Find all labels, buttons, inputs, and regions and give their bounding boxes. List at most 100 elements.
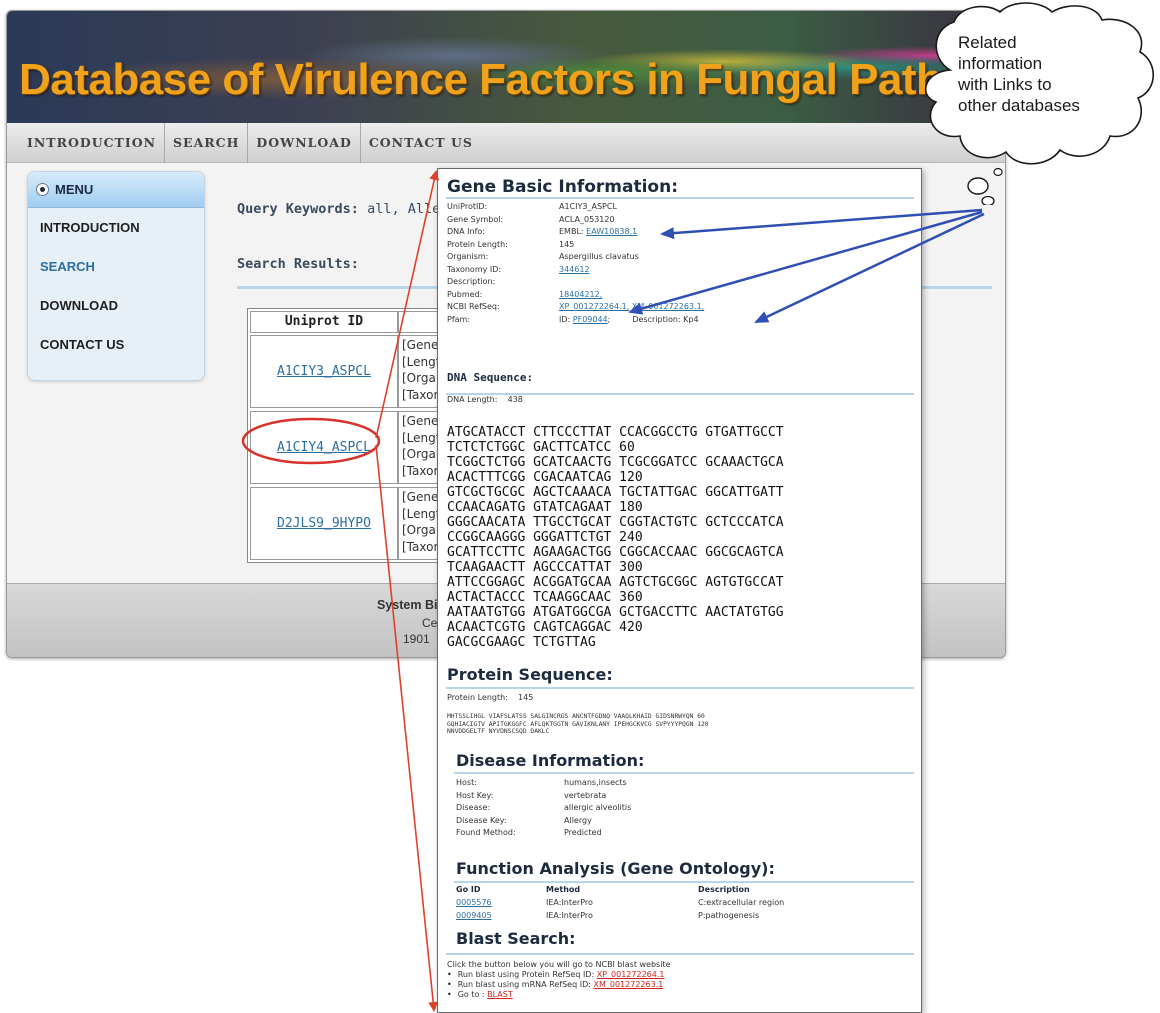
kv-value: ID: PF09044; Description: Kp4 <box>559 314 917 327</box>
kv-key: Disease Key: <box>456 815 507 825</box>
sequence-line: ACACTTTCGG CGACAATCAG 120 <box>447 470 643 485</box>
uniprot-id-link[interactable]: A1CIY4_ASPCL <box>277 440 371 455</box>
dna-length: DNA Length: 438 <box>447 395 523 404</box>
menu-item-download[interactable]: DOWNLOAD <box>28 286 204 325</box>
kv-row: UniProtID: A1CIY3_ASPCL <box>447 201 917 214</box>
nav-contact-us[interactable]: CONTACT US <box>361 123 481 163</box>
callout-line: Related <box>958 33 1017 52</box>
pfam-suffix: ; <box>607 314 611 324</box>
menu-item-contact-us[interactable]: CONTACT US <box>28 325 204 364</box>
kv-value: ACLA_053120 <box>559 214 615 224</box>
uniprot-id-link[interactable]: A1CIY3_ASPCL <box>277 364 371 379</box>
go-header-id: Go ID <box>456 885 481 894</box>
section-title-gene-ontology: Function Analysis (Gene Ontology): <box>456 859 775 878</box>
kv-value: A1CIY3_ASPCL <box>559 202 617 211</box>
nav-introduction[interactable]: INTRODUCTION <box>19 122 166 163</box>
refseq-protein-link[interactable]: XP_001272264.1, <box>559 302 629 311</box>
uniprot-id-cell: A1CIY3_ASPCL <box>250 335 398 408</box>
kv-row: Found Method: Predicted <box>456 827 916 840</box>
kv-key: DNA Info: <box>447 227 485 236</box>
go-description: C:extracellular region <box>698 898 785 907</box>
kv-value: humans,insects <box>564 778 627 787</box>
pfam-link[interactable]: PF09044 <box>573 315 608 324</box>
kv-value: vertebrata <box>564 790 607 800</box>
blast-item-text: Run blast using mRNA RefSeq ID: <box>457 980 594 989</box>
kv-key: UniProtID: <box>447 202 488 211</box>
refseq-mrna-link[interactable]: XM_001272263.1, <box>632 302 704 311</box>
table-row: D2JLS9_9HYPO [Gene [Lengt [Organ [Taxon <box>250 487 464 560</box>
top-nav: INTRODUCTION SEARCH DOWNLOAD CONTACT US <box>7 122 1005 163</box>
sequence-line: CCAACAGATG GTATCAGAAT 180 <box>447 500 643 515</box>
go-method: IEA:InterPro <box>546 911 593 920</box>
blast-intro: Click the button below you will go to NC… <box>447 960 671 969</box>
kv-value: 145 <box>559 239 575 249</box>
menu-item-introduction[interactable]: INTRODUCTION <box>28 208 204 247</box>
callout-line: with Links to <box>958 75 1052 94</box>
kv-key: NCBI RefSeq: <box>447 302 500 311</box>
column-header-uniprot-id: Uniprot ID <box>250 311 398 333</box>
go-header-description: Description <box>698 885 750 894</box>
sequence-line: GACGCGAAGC TCTGTTAG <box>447 635 596 650</box>
menu-item-search[interactable]: SEARCH <box>28 247 204 286</box>
go-method: IEA:InterPro <box>546 898 593 907</box>
footer-line: Ce <box>422 616 438 630</box>
table-row: A1CIY3_ASPCL [Gene [Lengt [Organ [Taxon <box>250 335 464 408</box>
site-banner: Database of Virulence Factors in Fungal … <box>7 11 1005 123</box>
pubmed-link[interactable]: 18404212, <box>559 290 602 299</box>
kv-key: Disease: <box>456 803 491 812</box>
taxonomy-link[interactable]: 344612 <box>559 265 590 274</box>
sequence-line: GQHIACIGTV APITGKGGFC AFLQKTGGTN GAVIKNL… <box>447 720 709 728</box>
list-item: Run blast using mRNA RefSeq ID: XM_00127… <box>447 980 664 990</box>
blast-list: Run blast using Protein RefSeq ID: XP_00… <box>447 970 665 1000</box>
results-table: Uniprot ID A1CIY3_ASPCL [Gene [Lengt [Or… <box>247 308 467 563</box>
protein-length-label: Protein Length: <box>447 693 508 702</box>
uniprot-id-link[interactable]: D2JLS9_9HYPO <box>277 516 371 531</box>
sequence-line: CCGGCAAGGG GGGATTCTGT 240 <box>447 530 643 545</box>
kv-row: DNA Info: EMBL: EAW10838.1 <box>447 226 917 239</box>
embl-link[interactable]: EAW10838.1 <box>586 227 637 236</box>
kv-row: Description: <box>447 276 917 289</box>
gene-basic-list: UniProtID: A1CIY3_ASPCL Gene Symbol: ACL… <box>447 201 917 326</box>
blast-link[interactable]: BLAST <box>487 990 513 999</box>
list-item: Run blast using Protein RefSeq ID: XP_00… <box>447 970 665 980</box>
table-row: 0009405 IEA:InterPro P:pathogenesis <box>456 909 916 922</box>
protein-length: Protein Length: 145 <box>447 693 533 702</box>
blast-protein-link[interactable]: XP_001272264.1 <box>597 970 665 979</box>
query-keywords-label: Query Keywords: <box>237 201 359 217</box>
gene-detail-panel: Gene Basic Information: UniProtID: A1CIY… <box>437 168 922 1013</box>
kv-key: Taxonomy ID: <box>447 264 502 274</box>
go-description: P:pathogenesis <box>698 911 760 920</box>
side-menu: MENU INTRODUCTION SEARCH DOWNLOAD CONTAC… <box>27 171 205 381</box>
table-row: 0005576 IEA:InterPro C:extracellular reg… <box>456 896 916 909</box>
sequence-line: GCATTCCTTC AGAAGACTGG CGGCACCAAC GGCGCAG… <box>447 545 784 560</box>
kv-key: Protein Length: <box>447 239 508 249</box>
blast-mrna-link[interactable]: XM_001272263.1 <box>593 980 663 989</box>
dna-length-label: DNA Length: <box>447 395 498 404</box>
blast-item-text: Go to : <box>457 990 488 999</box>
go-id-link[interactable]: 0005576 <box>456 898 492 907</box>
dna-sequence: ATGCATACCT CTTCCCTTAT CCACGGCCTG GTGATTG… <box>447 425 919 650</box>
kv-row: Host: humans,insects <box>456 777 916 790</box>
list-item: Go to : BLAST <box>447 990 664 1000</box>
nav-download[interactable]: DOWNLOAD <box>248 122 361 163</box>
section-divider <box>446 953 914 955</box>
go-id-link[interactable]: 0009405 <box>456 911 492 920</box>
kv-value: 18404212, <box>559 289 917 302</box>
section-title-blast: Blast Search: <box>456 929 576 948</box>
kv-key: Gene Symbol: <box>447 214 504 224</box>
go-id-cell: 0009405 <box>456 909 546 922</box>
section-divider <box>454 772 914 774</box>
embl-prefix: EMBL: <box>559 227 587 236</box>
section-divider <box>446 687 914 689</box>
nav-search[interactable]: SEARCH <box>165 122 249 163</box>
kv-value: Aspergillus clavatus <box>559 252 639 261</box>
kv-row: Pfam: ID: PF09044; Description: Kp4 <box>447 314 917 327</box>
dna-length-value: 438 <box>507 395 523 404</box>
pfam-prefix: ID: <box>559 314 573 324</box>
kv-value <box>559 276 917 289</box>
uniprot-id-cell: A1CIY4_ASPCL <box>250 411 398 484</box>
sequence-line: TCAAGAACTT AGCCCATTAT 300 <box>447 560 643 575</box>
sequence-line: NNVDDGELTF NYVDNSCSQD DAKLC <box>447 728 550 736</box>
pfam-description: Description: Kp4 <box>632 314 699 324</box>
sequence-line: ACTACTACCC TCAAGGCAAC 360 <box>447 590 643 605</box>
